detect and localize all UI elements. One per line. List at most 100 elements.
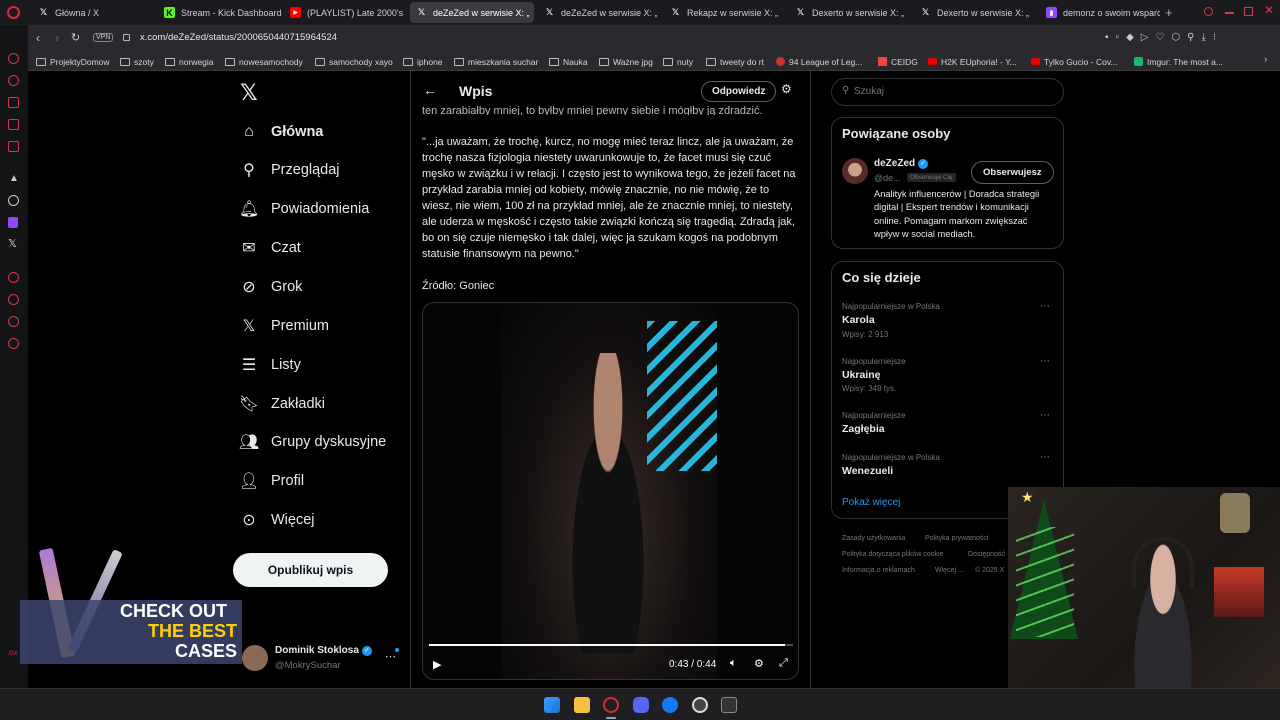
sidebar-app-icon[interactable] — [8, 141, 19, 152]
video-player[interactable]: ▶ 0:43 / 0:44 🔈︎ ⚙ ⤢ — [422, 302, 799, 680]
close-window-icon[interactable]: ✕ — [1264, 3, 1274, 17]
search-tabs-icon[interactable] — [1204, 7, 1213, 16]
show-more-link[interactable]: Pokaż więcej — [842, 497, 900, 508]
reload-icon[interactable]: ↻ — [71, 31, 80, 44]
trend-meta: Najpopularniejsze — [842, 411, 906, 420]
bookmark-link[interactable]: H2K EUphoria! - Y... — [928, 54, 1017, 69]
person-avatar[interactable] — [842, 158, 868, 184]
bookmark-folder[interactable]: nuty — [663, 54, 693, 69]
bookmark-link[interactable]: 94 League of Leg... — [776, 54, 862, 69]
footer-link[interactable]: Zasady użytkowania — [842, 535, 905, 542]
bookmark-folder[interactable]: iphone — [403, 54, 443, 69]
bookmark-folder[interactable]: szoty — [120, 54, 154, 69]
bookmark-folder[interactable]: samochody xayo — [315, 54, 393, 69]
footer-link[interactable]: Więcej ... — [935, 567, 964, 574]
more-dots-icon[interactable]: ⋯ — [1040, 452, 1051, 463]
trend-name[interactable]: Ukrainę — [842, 369, 881, 381]
maximize-icon[interactable] — [1244, 7, 1253, 16]
footer-link[interactable]: Informacja o reklamach — [842, 567, 915, 574]
discord-icon[interactable] — [633, 697, 649, 713]
bookmark-folder[interactable]: Ważne jpg — [599, 54, 653, 69]
chevron-right-icon[interactable]: › — [1264, 54, 1267, 65]
following-button[interactable]: Obserwujesz — [971, 161, 1054, 184]
person-name[interactable]: deZeZed — [874, 158, 915, 169]
bookmark-link[interactable]: Tylko Gucio - Cov... — [1031, 54, 1118, 69]
opera-logo-icon[interactable] — [7, 6, 20, 19]
sidebar-app-icon[interactable] — [8, 75, 19, 86]
opera-gx-icon[interactable] — [603, 697, 619, 713]
more-dots-icon[interactable]: ⋯ — [1040, 301, 1051, 312]
sidebar-settings-icon[interactable] — [8, 338, 19, 349]
minimize-icon[interactable] — [1225, 12, 1234, 14]
post-button[interactable]: Opublikuj wpis — [233, 553, 388, 587]
bookmark-folder[interactable]: nowesamochody — [225, 54, 303, 69]
footer-link[interactable]: Polityka prywatności — [925, 535, 988, 542]
bookmark-folder[interactable]: mieszkania suchar — [454, 54, 538, 69]
x-logo-icon[interactable]: 𝕏 — [240, 80, 258, 106]
back-icon[interactable]: ‹ — [36, 31, 40, 45]
bookmark-folder[interactable]: ProjektyDomow — [36, 54, 110, 69]
trend-name[interactable]: Karola — [842, 314, 875, 326]
tab-5[interactable]: 𝕏deZeZed w serwisie X: „ — [538, 2, 658, 23]
sidebar-app-icon[interactable] — [8, 119, 19, 130]
back-arrow-icon[interactable]: ← — [423, 82, 437, 98]
footer-link[interactable]: Dostępność — [968, 551, 1005, 558]
obs-icon[interactable] — [692, 697, 708, 713]
x-sidebar-icon[interactable]: 𝕏 — [8, 237, 17, 250]
sidebar-app-icon[interactable] — [8, 272, 19, 283]
nav-communities[interactable]: 👥︎ Grupy dyskusyjne — [239, 430, 386, 454]
file-explorer-icon[interactable] — [574, 697, 590, 713]
nav-premium[interactable]: 𝕏 Premium — [240, 314, 329, 338]
nav-more[interactable]: ⊙ Więcej — [240, 508, 314, 532]
nav-lists[interactable]: ☰ Listy — [240, 353, 301, 377]
bookmark-folder[interactable]: tweety do rt — [706, 54, 764, 69]
steam-sidebar-icon[interactable] — [8, 195, 19, 206]
nav-grok[interactable]: ⊘ Grok — [240, 275, 302, 299]
tab-9[interactable]: ▮ demonz o swoim wsparc — [1040, 2, 1160, 23]
tab-2[interactable]: K Stream - Kick Dashboard — [158, 2, 283, 23]
nav-home[interactable]: ⌂ Główna — [240, 120, 323, 144]
bookmark-folder[interactable]: norwegia — [165, 54, 214, 69]
nav-notifications[interactable]: 🔔︎ Powiadomienia — [239, 197, 370, 221]
trend-name[interactable]: Zagłębia — [842, 423, 885, 435]
facebook-icon[interactable] — [662, 697, 678, 713]
more-dots-icon[interactable]: ⋯ — [1040, 356, 1051, 367]
twitch-sidebar-icon[interactable] — [8, 217, 18, 228]
footer-link[interactable]: Polityka dotycząca plików cookie — [842, 551, 944, 558]
sidebar-app-icon[interactable] — [8, 294, 19, 305]
play-icon[interactable]: ▶ — [433, 658, 441, 671]
nav-chat[interactable]: ✉ Czat — [240, 236, 301, 260]
bookmark-link[interactable]: Imgur: The most a... — [1134, 54, 1223, 69]
nav-explore[interactable]: ⚲ Przeglądaj — [240, 158, 339, 182]
more-dots-icon[interactable]: ⋯ — [1040, 410, 1051, 421]
sidebar-app-icon[interactable] — [8, 97, 19, 108]
sidebar-app-icon[interactable] — [8, 53, 19, 64]
nav-bookmarks[interactable]: 🔖︎ Zakładki — [239, 392, 325, 416]
kick-sidebar-icon[interactable]: ▲ — [9, 173, 19, 184]
vpn-badge[interactable]: VPN — [93, 33, 114, 42]
forward-icon[interactable]: › — [55, 31, 59, 45]
nav-profile[interactable]: 👤︎ Profil — [239, 469, 304, 493]
trend-name[interactable]: Wenezueli — [842, 465, 893, 477]
url-field[interactable]: x.com/deZeZed/status/2000650440715964524 — [140, 32, 337, 43]
bookmark-folder[interactable]: Nauka — [549, 54, 588, 69]
fullscreen-icon[interactable]: ⤢ — [779, 657, 788, 670]
bookmark-link[interactable]: CEIDG — [878, 54, 918, 69]
tab-4-active[interactable]: 𝕏deZeZed w serwisie X: „ — [410, 2, 534, 23]
tab-8[interactable]: 𝕏 Dexerto w serwisie X: „ — [914, 2, 1034, 23]
tab-7[interactable]: 𝕏 Dexerto w serwisie X: „ — [789, 2, 909, 23]
windows-start-icon[interactable] — [544, 697, 560, 713]
search-box[interactable]: ⚲ Szukaj — [831, 78, 1064, 106]
sidebar-app-icon[interactable] — [8, 316, 19, 327]
account-switcher[interactable]: Dominik Stoklosa ✓ @MokrySuchar ⋯ — [240, 643, 405, 675]
settings-icon[interactable]: ⚙ — [754, 657, 764, 670]
new-tab-button[interactable]: + — [1165, 5, 1173, 20]
tab-6[interactable]: 𝕏 Rekapz w serwisie X: „ — [664, 2, 782, 23]
tab-3[interactable]: ▶ (PLAYLIST) Late 2000's — [284, 2, 404, 23]
terminal-icon[interactable] — [721, 697, 737, 713]
volume-icon[interactable]: 🔈︎ — [730, 657, 737, 670]
filter-icon[interactable]: ⚙ — [781, 82, 792, 96]
reply-button[interactable]: Odpowiedz — [701, 81, 777, 102]
tab-1[interactable]: 𝕏 Główna / X — [32, 2, 150, 23]
video-progress-track[interactable] — [429, 644, 793, 646]
